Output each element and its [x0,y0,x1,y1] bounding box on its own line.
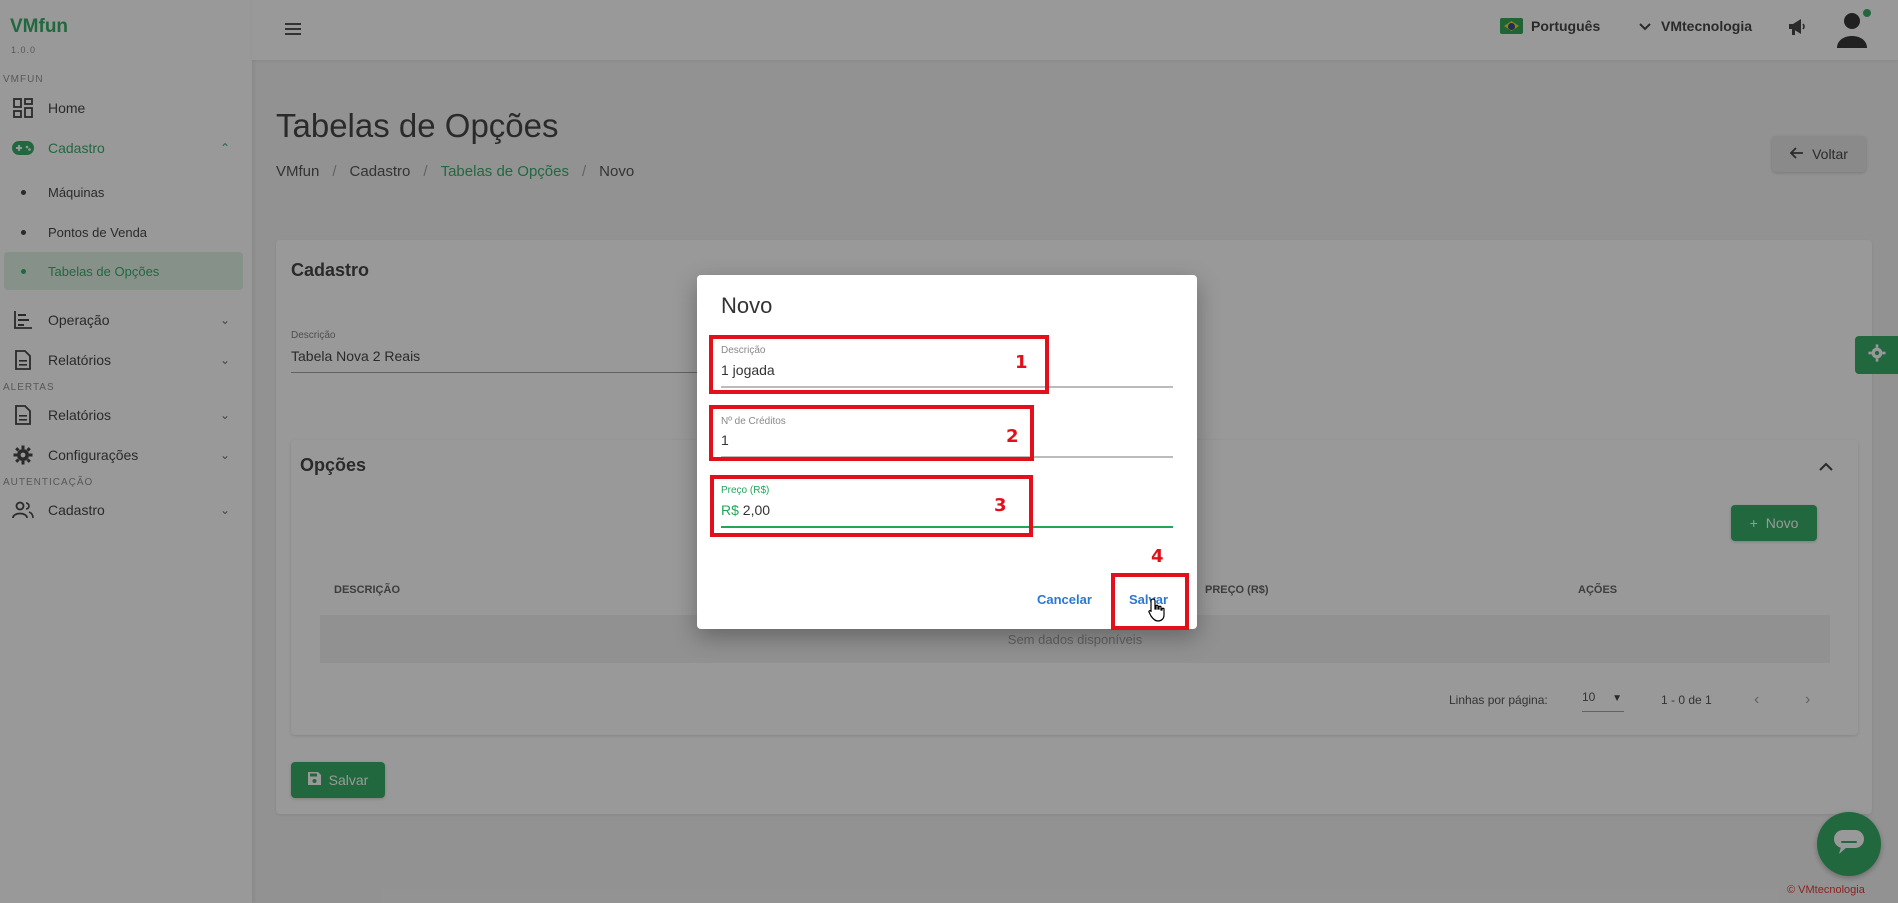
annotation-box-3 [710,475,1033,537]
annotation-box-1 [709,335,1049,394]
annotation-number-1: 1 [1015,352,1028,373]
annotation-box-2 [709,405,1034,461]
annotation-number-3: 3 [994,495,1007,516]
cancel-button[interactable]: Cancelar [1037,592,1092,607]
hand-cursor-icon [1148,598,1166,627]
annotation-number-2: 2 [1006,426,1019,447]
dialog-title: Novo [721,293,773,318]
annotation-number-4: 4 [1151,546,1164,567]
